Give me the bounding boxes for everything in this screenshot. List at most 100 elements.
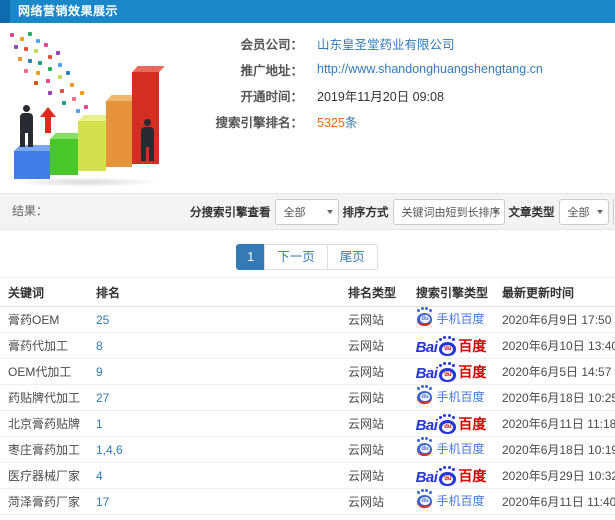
baidu-logo-cn: 百度: [458, 363, 487, 380]
rank-type-cell: 云网站: [340, 462, 408, 489]
rank-type-cell: 云网站: [340, 384, 408, 411]
updated-time-cell: 2020年5月29日 10:32: [494, 462, 615, 489]
last-page-button[interactable]: 尾页: [326, 244, 378, 270]
promo-url-row: 推广地址： http://www.shandonghuangshengtang.…: [185, 56, 615, 82]
table-row: 医疗器械厂家 4 云网站 Bai du 百度 2020年5月29日 10:32: [0, 462, 615, 489]
up-arrow-icon: [40, 107, 56, 133]
mobile-baidu-label: 手机百度: [436, 442, 485, 456]
baidu-paw-icon: du: [439, 415, 457, 434]
promo-url-label: 推广地址：: [240, 63, 303, 78]
baidu-logo-cn: 百度: [458, 415, 487, 432]
rank-type-cell: 云网站: [340, 358, 408, 385]
chart-bar-blue: [14, 151, 50, 179]
engine-type-cell: du 手机百度: [408, 306, 494, 333]
mobile-baidu-badge: du 手机百度: [417, 387, 485, 405]
mobile-baidu-label: 手机百度: [436, 312, 485, 326]
rank-link[interactable]: 1,4,6: [88, 436, 340, 463]
baidu-paw-icon: du: [417, 439, 433, 456]
column-header: 排名: [88, 277, 340, 307]
baidu-paw-icon: du: [417, 387, 433, 404]
filter-controls: 分搜索引擎查看 全部 排序方式 关键词由短到长排序 文章类型 全部 提交: [190, 194, 615, 229]
account-info-section: 会员公司： 山东皇圣堂药业有限公司 推广地址： http://www.shand…: [0, 23, 615, 193]
column-header: 排名类型: [340, 277, 408, 307]
rank-type-cell: 云网站: [340, 332, 408, 359]
updated-time-cell: 2020年6月10日 13:40: [494, 332, 615, 359]
updated-time-cell: 2020年6月11日 11:18: [494, 410, 615, 437]
mobile-baidu-label: 手机百度: [436, 494, 485, 508]
engine-type-cell: Bai du 百度: [408, 410, 494, 437]
baidu-paw-icon: du: [417, 309, 433, 326]
sort-filter-label: 排序方式: [342, 206, 389, 219]
rank-count: 5325: [317, 115, 345, 130]
rank-link[interactable]: 17: [88, 488, 340, 515]
baidu-logo-badge: Bai du 百度: [415, 362, 487, 382]
title-bar: 网络营销效果展示: [0, 0, 615, 23]
rank-link[interactable]: 8: [88, 332, 340, 359]
page: 网络营销效果展示 会员公司： 山东皇圣堂药业有限公司 推广地址： http://…: [0, 0, 615, 520]
article-type-value: 全部: [567, 206, 590, 219]
rank-link[interactable]: 25: [88, 306, 340, 333]
page-1-button[interactable]: 1: [236, 244, 266, 270]
engine-type-cell: Bai du 百度: [408, 332, 494, 359]
next-page-button[interactable]: 下一页: [264, 244, 328, 270]
member-company-link[interactable]: 山东皇圣堂药业有限公司: [317, 34, 455, 53]
rank-link[interactable]: 27: [88, 384, 340, 411]
updated-time-cell: 2020年6月18日 10:19: [494, 436, 615, 463]
engine-rank-row: 搜索引擎排名： 5325条: [185, 108, 615, 134]
column-header: 搜索引擎类型: [408, 277, 494, 307]
open-time-row: 开通时间： 2019年11月20日 09:08: [185, 82, 615, 108]
updated-time-cell: 2020年6月11日 11:40: [494, 488, 615, 515]
account-info-rows: 会员公司： 山东皇圣堂药业有限公司 推广地址： http://www.shand…: [185, 30, 615, 134]
confetti-decoration: [10, 33, 14, 37]
baidu-logo-badge: Bai du 百度: [415, 336, 486, 356]
rank-unit: 条: [344, 115, 358, 130]
rank-type-cell: 云网站: [340, 306, 408, 333]
baidu-paw-icon: du: [439, 363, 457, 382]
chart-bar-green: [50, 139, 78, 175]
keyword-cell: 菏泽膏药厂家: [0, 488, 88, 515]
mobile-baidu-badge: du 手机百度: [417, 439, 485, 457]
keyword-cell: OEM代加工: [0, 358, 88, 385]
chart-bar-orange: [106, 101, 132, 167]
table-row: OEM代加工 9 云网站 Bai du 百度 2020年6月5日 14:57: [0, 358, 615, 385]
member-company-label: 会员公司：: [240, 37, 303, 52]
keyword-cell: 膏药OEM: [0, 306, 88, 333]
rank-link[interactable]: 1: [88, 410, 340, 437]
chevron-down-icon: [492, 209, 499, 214]
chart-bar-yellow: [78, 121, 106, 171]
rank-type-cell: 云网站: [340, 488, 408, 515]
column-header: 最新更新时间: [494, 277, 615, 307]
engine-select[interactable]: 全部: [274, 198, 339, 225]
rank-link[interactable]: 9: [88, 358, 340, 385]
engine-filter-label: 分搜索引擎查看: [190, 206, 271, 219]
sort-select-value: 关键词由短到长排序: [401, 206, 501, 219]
rank-link[interactable]: 4: [88, 462, 340, 489]
chevron-down-icon: [326, 209, 333, 214]
baidu-paw-icon: du: [439, 467, 457, 486]
keyword-cell: 枣庄膏药加工: [0, 436, 88, 463]
promo-url-link[interactable]: http://www.shandonghuangshengtang.cn: [317, 62, 543, 76]
member-company-row: 会员公司： 山东皇圣堂药业有限公司: [185, 30, 615, 56]
table-row: 菏泽膏药厂家 17 云网站 du 手机百度 2020年6月11日 11:40: [0, 488, 615, 515]
keyword-cell: 药贴牌代加工: [0, 384, 88, 411]
sort-select[interactable]: 关键词由短到长排序: [392, 198, 505, 225]
article-type-select[interactable]: 全部: [558, 198, 609, 225]
engine-type-cell: Bai du 百度: [408, 358, 494, 385]
filter-bar: 结果： 分搜索引擎查看 全部 排序方式 关键词由短到长排序 文章类型 全部 提交: [0, 193, 615, 230]
baidu-logo-bai: Bai: [415, 364, 438, 382]
engine-type-cell: du 手机百度: [408, 488, 494, 515]
engine-type-cell: du 手机百度: [408, 436, 494, 463]
table-header-row: 关键词 排名 排名类型 搜索引擎类型 最新更新时间: [0, 277, 615, 307]
title-bar-accent: [0, 0, 10, 23]
updated-time-cell: 2020年6月9日 17:50: [494, 306, 615, 333]
table-row: 膏药代加工 8 云网站 Bai du 百度 2020年6月10日 13:40: [0, 332, 615, 359]
chevron-down-icon: [596, 209, 603, 214]
businessman-right: [141, 119, 154, 161]
engine-type-cell: du 手机百度: [408, 384, 494, 411]
mobile-baidu-badge: du 手机百度: [417, 309, 485, 327]
engine-rank-label: 搜索引擎排名：: [215, 115, 303, 130]
baidu-logo-bai: Bai: [415, 468, 438, 486]
businessman-left: [20, 105, 33, 147]
baidu-logo-bai: Bai: [415, 338, 438, 356]
rank-type-cell: 云网站: [340, 436, 408, 463]
